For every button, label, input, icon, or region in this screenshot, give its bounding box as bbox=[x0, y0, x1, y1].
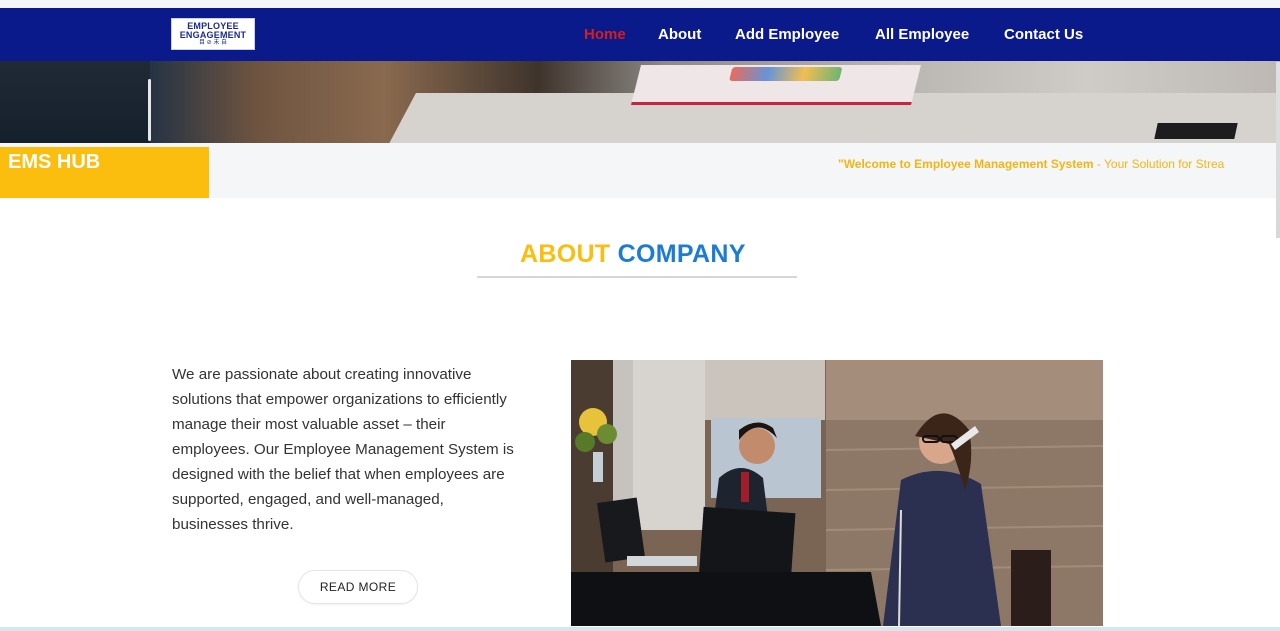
hero-cable bbox=[148, 79, 151, 141]
scrollbar[interactable] bbox=[1276, 62, 1280, 238]
navbar: EMPLOYEE ENGAGEMENT 目 ⊘ 未 自 Home About A… bbox=[0, 8, 1280, 61]
hero-card bbox=[631, 65, 921, 105]
reception-illustration bbox=[571, 360, 1103, 626]
heading-about: ABOUT bbox=[520, 240, 611, 268]
hero-device bbox=[1154, 123, 1238, 139]
reception-photo bbox=[571, 360, 1103, 626]
read-more-button[interactable]: READ MORE bbox=[298, 570, 418, 604]
logo-line-2: ENGAGEMENT bbox=[179, 29, 247, 40]
nav-add-employee[interactable]: Add Employee bbox=[735, 8, 839, 61]
nav-about[interactable]: About bbox=[658, 8, 701, 61]
marquee-rest: - Your Solution for Strea bbox=[1093, 157, 1225, 171]
logo[interactable]: EMPLOYEE ENGAGEMENT 目 ⊘ 未 自 bbox=[171, 18, 255, 50]
marquee-title: "Welcome to Employee Management System bbox=[838, 157, 1094, 171]
hero-image bbox=[0, 61, 1280, 143]
nav-contact-us[interactable]: Contact Us bbox=[1004, 8, 1083, 61]
brand-label: EMS HUB bbox=[0, 147, 209, 198]
about-paragraph: We are passionate about creating innovat… bbox=[172, 366, 514, 533]
section-heading: ABOUT COMPANY bbox=[520, 240, 746, 269]
hero-wall bbox=[0, 61, 150, 143]
heading-divider bbox=[477, 276, 797, 278]
nav-all-employee[interactable]: All Employee bbox=[875, 8, 969, 61]
logo-line-3: 目 ⊘ 未 自 bbox=[198, 39, 228, 46]
page-bottom-bar bbox=[0, 627, 1280, 631]
top-strip bbox=[0, 0, 1280, 8]
heading-company: COMPANY bbox=[617, 240, 746, 268]
welcome-marquee: "Welcome to Employee Management System -… bbox=[838, 157, 1266, 171]
nav-home[interactable]: Home bbox=[584, 8, 626, 61]
